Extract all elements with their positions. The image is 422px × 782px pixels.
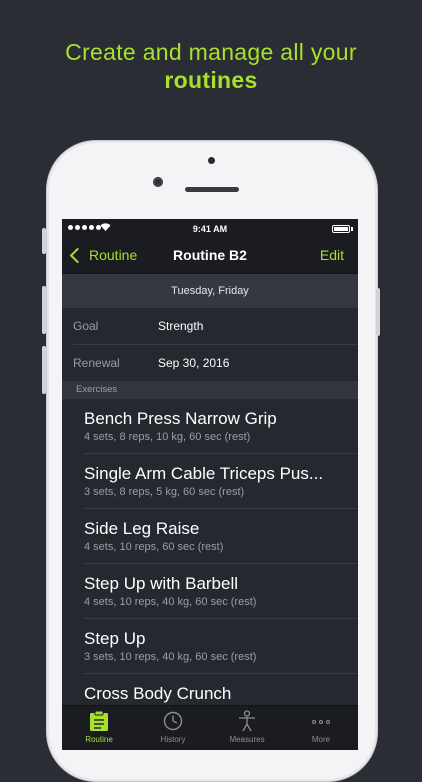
- tab-bar: Routine History Measures More: [62, 705, 358, 750]
- battery-tip: [351, 227, 353, 231]
- sensor-dot: [208, 157, 215, 164]
- goal-value: Strength: [158, 319, 204, 333]
- volume-up-button: [42, 286, 46, 334]
- exercise-detail: 4 sets, 10 reps, 60 sec (rest): [84, 541, 224, 553]
- exercise-name: Bench Press Narrow Grip: [84, 409, 277, 428]
- promo-headline: Create and manage all your routines: [0, 38, 422, 94]
- renewal-label: Renewal: [73, 356, 120, 370]
- mute-switch: [42, 228, 46, 254]
- exercise-item[interactable]: Step Up 3 sets, 10 reps, 40 kg, 60 sec (…: [62, 619, 358, 674]
- exercise-item[interactable]: Side Leg Raise 4 sets, 10 reps, 60 sec (…: [62, 509, 358, 564]
- section-header-label: Exercises: [76, 384, 118, 395]
- tab-history[interactable]: History: [136, 706, 210, 750]
- goal-row[interactable]: Goal Strength: [62, 308, 358, 345]
- routine-days[interactable]: Tuesday, Friday: [62, 274, 358, 308]
- volume-down-button: [42, 346, 46, 394]
- tab-routine-label: Routine: [85, 735, 113, 744]
- headline-line-1: Create and manage all your: [65, 39, 357, 65]
- goal-label: Goal: [73, 319, 99, 333]
- front-camera: [153, 177, 163, 187]
- tab-history-label: History: [160, 735, 186, 744]
- navigation-bar: Routine Routine B2 Edit: [62, 239, 358, 274]
- exercise-name: Step Up with Barbell: [84, 574, 239, 593]
- exercise-item[interactable]: Bench Press Narrow Grip 4 sets, 8 reps, …: [62, 399, 358, 454]
- clock-icon: [163, 711, 183, 731]
- exercise-name: Cross Body Crunch: [84, 684, 232, 703]
- power-button: [376, 288, 380, 336]
- status-time: 9:41 AM: [192, 224, 228, 234]
- tab-more-label: More: [311, 735, 331, 744]
- battery-icon: [332, 225, 350, 233]
- tab-more[interactable]: More: [284, 706, 358, 750]
- edit-button[interactable]: Edit: [320, 247, 344, 263]
- tab-measures-label: Measures: [229, 735, 265, 744]
- exercise-name: Single Arm Cable Triceps Pus...: [84, 464, 324, 483]
- body-icon: [239, 710, 255, 732]
- headline-line-2: routines: [164, 67, 258, 93]
- exercise-detail: 4 sets, 10 reps, 40 kg, 60 sec (rest): [84, 596, 257, 608]
- earpiece-speaker: [185, 187, 239, 192]
- page-title: Routine B2: [173, 247, 247, 263]
- ellipsis-icon: [312, 720, 330, 724]
- clipboard-icon: [90, 710, 108, 731]
- exercises-section-header: Exercises: [62, 381, 358, 399]
- tab-routine[interactable]: Routine: [62, 706, 136, 750]
- renewal-value: Sep 30, 2016: [158, 356, 230, 370]
- exercise-detail: 4 sets, 8 reps, 10 kg, 60 sec (rest): [84, 431, 251, 443]
- tab-measures[interactable]: Measures: [210, 706, 284, 750]
- exercise-name: Step Up: [84, 629, 146, 648]
- exercise-detail: 3 sets, 8 reps, 5 kg, 60 sec (rest): [84, 486, 245, 498]
- exercise-item[interactable]: Step Up with Barbell 4 sets, 10 reps, 40…: [62, 564, 358, 619]
- exercise-item[interactable]: Single Arm Cable Triceps Pus... 3 sets, …: [62, 454, 358, 509]
- renewal-row[interactable]: Renewal Sep 30, 2016: [62, 345, 358, 382]
- exercise-detail: 3 sets, 10 reps, 40 kg, 60 sec (rest): [84, 651, 257, 663]
- app-screen: 9:41 AM Routine Routine B2 Edit Tuesday,…: [62, 219, 358, 750]
- exercise-name: Side Leg Raise: [84, 519, 200, 538]
- status-bar: 9:41 AM: [62, 219, 358, 239]
